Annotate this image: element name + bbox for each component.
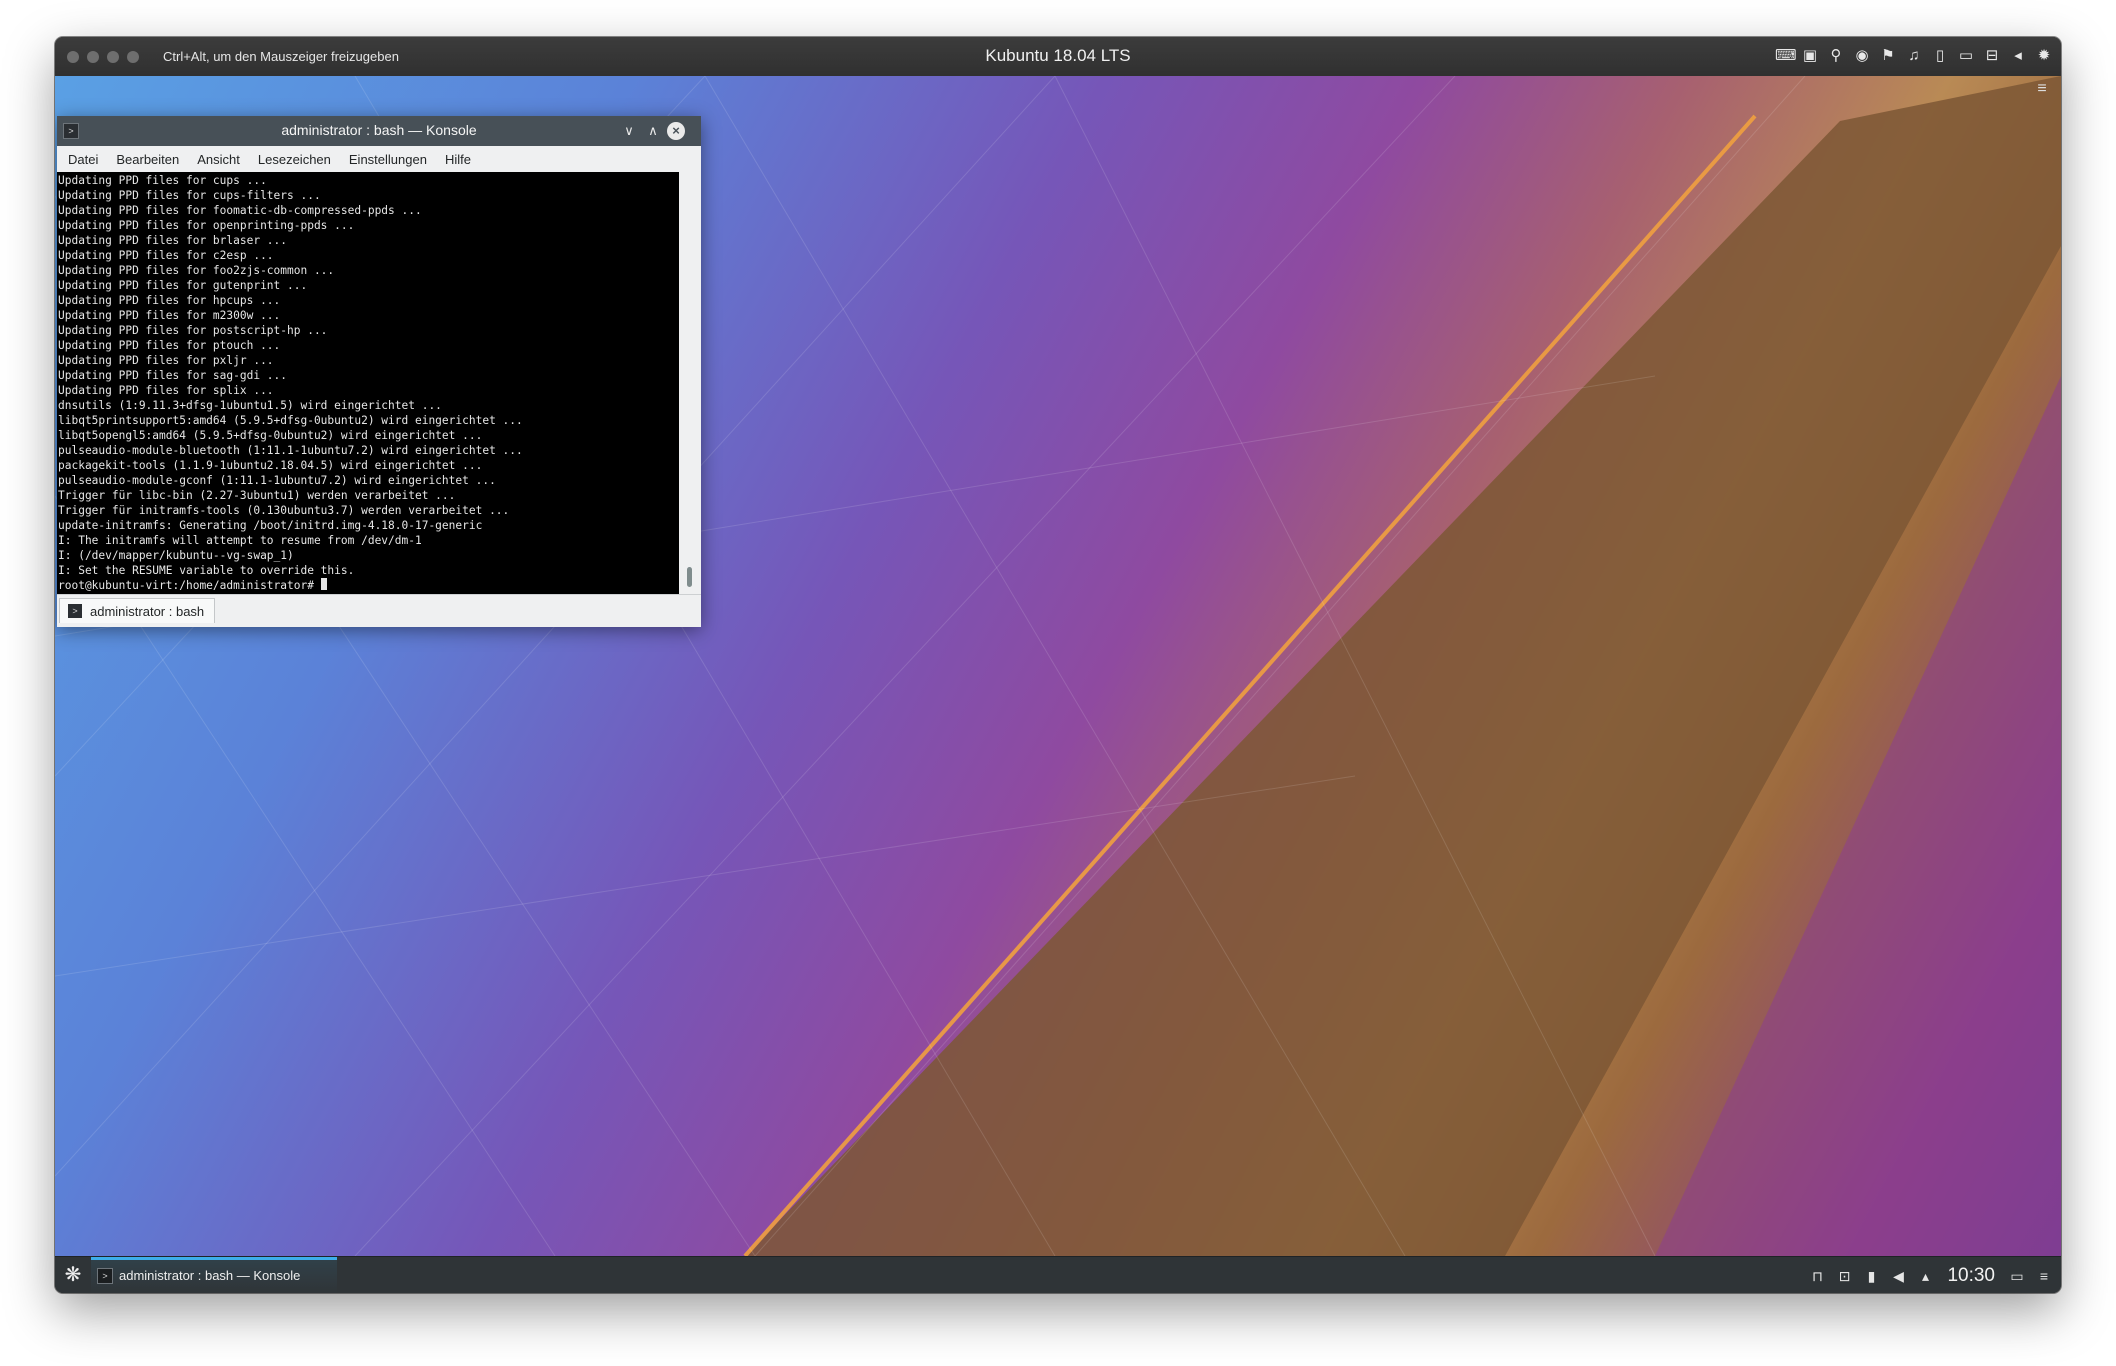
minimize-icon[interactable]: ∨ xyxy=(619,121,639,141)
terminal-line: Updating PPD files for foo2zjs-common ..… xyxy=(58,264,335,277)
terminal-line: Updating PPD files for pxljr ... xyxy=(58,354,274,367)
clock[interactable]: 10:30 xyxy=(1943,1265,1999,1287)
konsole-tabbar: > administrator : bash xyxy=(57,594,701,627)
terminal-line: Updating PPD files for c2esp ... xyxy=(58,249,274,262)
usb-icon[interactable]: ⚲ xyxy=(1827,45,1845,67)
system-tray: ⊓ ⊡ ▮ ◀ ▴ 10:30 ▭ ≡ xyxy=(1808,1257,2053,1293)
menu-bearbeiten[interactable]: Bearbeiten xyxy=(109,146,186,172)
terminal-line: dnsutils (1:9.11.3+dfsg-1ubuntu1.5) wird… xyxy=(58,399,442,412)
keyboard-icon[interactable]: ⌨ xyxy=(1775,45,1797,67)
terminal-line: pulseaudio-module-bluetooth (1:11.1-1ubu… xyxy=(58,444,523,457)
disc-icon[interactable]: ◉ xyxy=(1853,45,1871,67)
menu-hilfe[interactable]: Hilfe xyxy=(438,146,478,172)
terminal-line: Updating PPD files for sag-gdi ... xyxy=(58,369,288,382)
vm-toolbar: ⌨ ▣ ⚲ ◉ ⚑ ♫ ▯ ▭ ⊟ ◂ ✹ xyxy=(1775,45,2053,67)
tablet-icon[interactable]: ▯ xyxy=(1931,45,1949,67)
shared-folder-icon[interactable]: ⊟ xyxy=(1983,45,2001,67)
menu-ansicht[interactable]: Ansicht xyxy=(190,146,247,172)
terminal-line: Trigger für initramfs-tools (0.130ubuntu… xyxy=(58,504,510,517)
terminal-line: Updating PPD files for hpcups ... xyxy=(58,294,281,307)
terminal-line: Updating PPD files for m2300w ... xyxy=(58,309,281,322)
terminal-line: Updating PPD files for cups-filters ... xyxy=(58,189,321,202)
desktop-menu-icon[interactable]: ≡ xyxy=(2033,80,2051,98)
scrollbar-thumb[interactable] xyxy=(687,567,692,587)
audio-icon[interactable]: ♫ xyxy=(1905,45,1923,67)
terminal-prompt: root@kubuntu-virt:/home/administrator# xyxy=(58,579,321,592)
back-icon[interactable]: ◂ xyxy=(2009,45,2027,67)
menu-lesezeichen[interactable]: Lesezeichen xyxy=(251,146,338,172)
terminal-output[interactable]: Updating PPD files for cups ... Updating… xyxy=(57,172,679,593)
network-icon[interactable]: ⚑ xyxy=(1879,45,1897,67)
lock-icon[interactable]: ▮ xyxy=(1862,1266,1880,1286)
terminal-icon: > xyxy=(97,1268,113,1284)
terminal-line: Trigger für libc-bin (2.27-3ubuntu1) wer… xyxy=(58,489,456,502)
terminal-line: Updating PPD files for splix ... xyxy=(58,384,274,397)
vm-titlebar[interactable]: Ctrl+Alt, um den Mauszeiger freizugeben … xyxy=(55,37,2061,77)
terminal-line: I: The initramfs will attempt to resume … xyxy=(58,534,422,547)
tab-label: administrator : bash xyxy=(90,603,205,619)
expand-tray-icon[interactable]: ▴ xyxy=(1916,1266,1934,1286)
terminal-line: Updating PPD files for ptouch ... xyxy=(58,339,281,352)
terminal-line: libqt5opengl5:amd64 (5.9.5+dfsg-0ubuntu2… xyxy=(58,429,483,442)
display-icon[interactable]: ⊡ xyxy=(1835,1266,1853,1286)
taskbar-item-konsole[interactable]: > administrator : bash — Konsole xyxy=(91,1257,337,1293)
terminal-line: I: (/dev/mapper/kubuntu--vg-swap_1) xyxy=(58,549,294,562)
close-icon[interactable]: × xyxy=(667,122,685,140)
konsole-window: > administrator : bash — Konsole ∨ ∧ × D… xyxy=(57,116,701,627)
cpu-icon[interactable]: ▣ xyxy=(1801,45,1819,67)
terminal-scrollbar[interactable] xyxy=(679,172,701,594)
menu-einstellungen[interactable]: Einstellungen xyxy=(342,146,434,172)
menu-datei[interactable]: Datei xyxy=(61,146,105,172)
show-desktop-icon[interactable]: ▭ xyxy=(2008,1266,2026,1286)
task-label: administrator : bash — Konsole xyxy=(119,1268,301,1283)
terminal-line: packagekit-tools (1.1.9-1ubuntu2.18.04.5… xyxy=(58,459,483,472)
usb-device-icon[interactable]: ⊓ xyxy=(1808,1266,1826,1286)
terminal-line: Updating PPD files for openprinting-ppds… xyxy=(58,219,355,232)
konsole-titlebar[interactable]: > administrator : bash — Konsole ∨ ∧ × xyxy=(57,116,701,146)
terminal-line: Updating PPD files for foomatic-db-compr… xyxy=(58,204,422,217)
panel-menu-icon[interactable]: ≡ xyxy=(2035,1266,2053,1286)
terminal-view[interactable]: Updating PPD files for cups ... Updating… xyxy=(57,172,679,594)
terminal-line: Updating PPD files for postscript-hp ... xyxy=(58,324,328,337)
plasma-panel: ❋ > administrator : bash — Konsole ⊓ ⊡ ▮… xyxy=(55,1256,2061,1293)
konsole-title: administrator : bash — Konsole xyxy=(281,122,477,138)
maximize-icon[interactable]: ∧ xyxy=(643,121,663,141)
vm-title: Kubuntu 18.04 LTS xyxy=(985,46,1131,65)
terminal-icon: > xyxy=(68,604,82,618)
terminal-line: I: Set the RESUME variable to override t… xyxy=(58,564,355,577)
terminal-line: libqt5printsupport5:amd64 (5.9.5+dfsg-0u… xyxy=(58,414,523,427)
vm-window: Ctrl+Alt, um den Mauszeiger freizugeben … xyxy=(55,37,2061,1293)
camera-icon[interactable]: ▭ xyxy=(1957,45,1975,67)
terminal-line: update-initramfs: Generating /boot/initr… xyxy=(58,519,483,532)
kde-launcher-icon[interactable]: ❋ xyxy=(61,1263,85,1287)
settings-icon[interactable]: ✹ xyxy=(2035,45,2053,67)
terminal-line: Updating PPD files for brlaser ... xyxy=(58,234,288,247)
terminal-cursor xyxy=(320,578,327,590)
volume-icon[interactable]: ◀ xyxy=(1889,1266,1907,1286)
konsole-menubar: Datei Bearbeiten Ansicht Lesezeichen Ein… xyxy=(57,146,701,172)
terminal-line: Updating PPD files for gutenprint ... xyxy=(58,279,308,292)
desktop[interactable]: ≡ > administrator : bash — Konsole ∨ ∧ ×… xyxy=(55,76,2061,1256)
terminal-line: Updating PPD files for cups ... xyxy=(58,174,267,187)
terminal-line: pulseaudio-module-gconf (1:11.1-1ubuntu7… xyxy=(58,474,496,487)
tab-bash[interactable]: > administrator : bash xyxy=(59,598,216,623)
